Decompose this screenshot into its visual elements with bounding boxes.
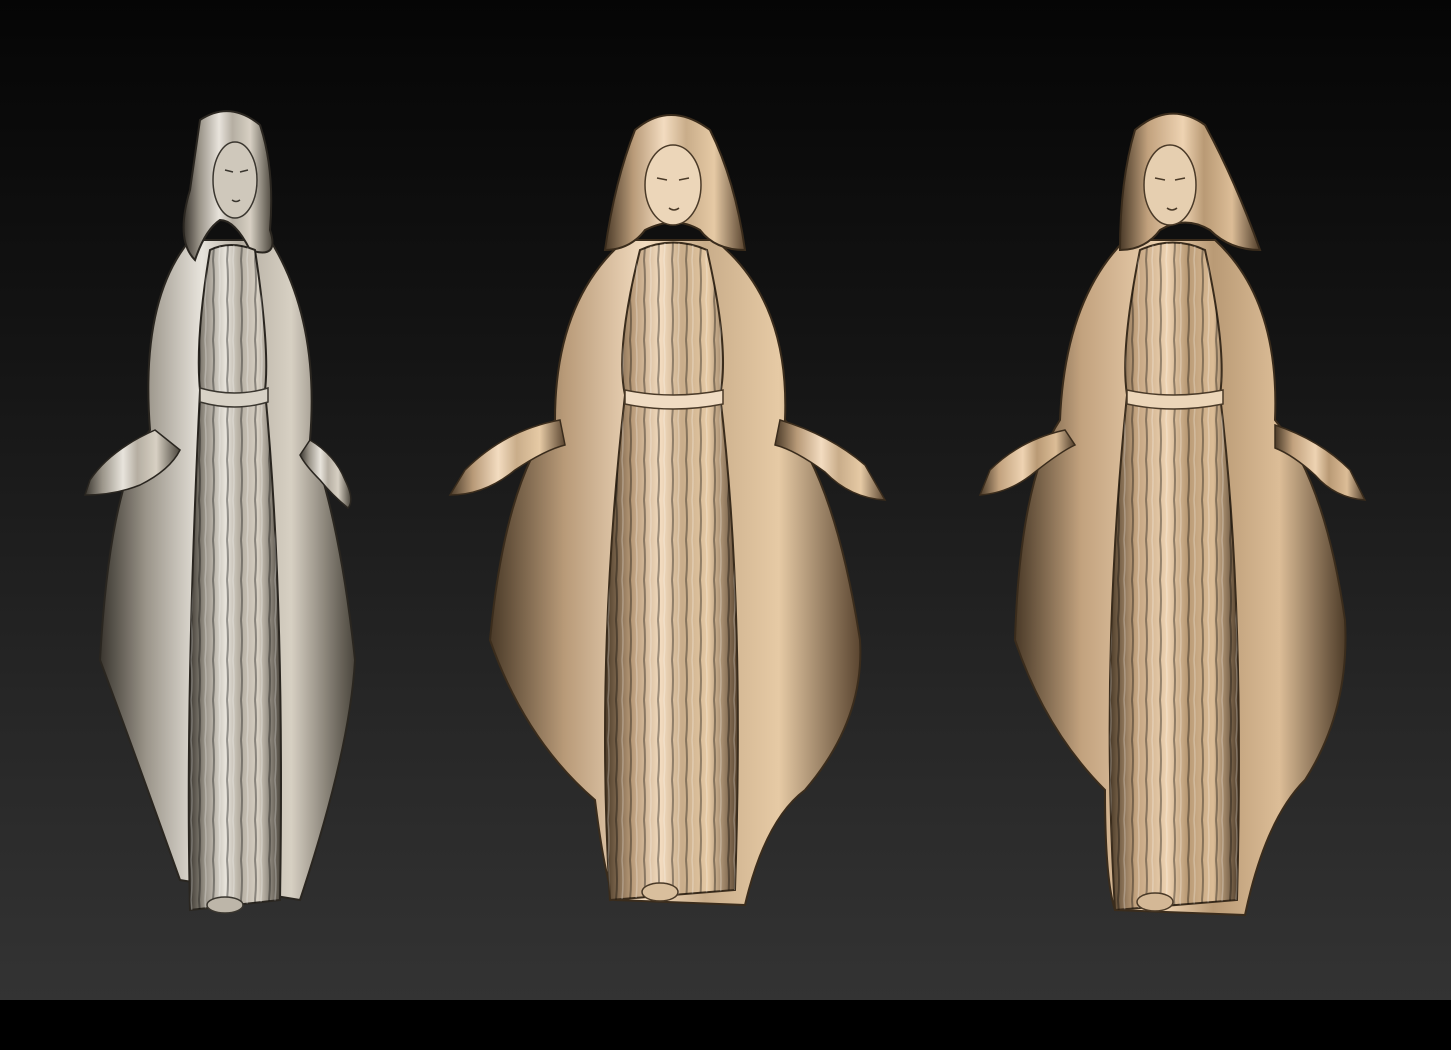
statue-center-figure [448,114,887,907]
viewport-canvas [0,0,1451,1000]
statue-center [445,100,895,920]
statue-right [975,100,1375,925]
bottom-black-bar [0,1000,1451,1050]
statue-left [70,100,370,920]
statue-left-figure [83,110,357,914]
statue-right-figure [978,112,1367,917]
